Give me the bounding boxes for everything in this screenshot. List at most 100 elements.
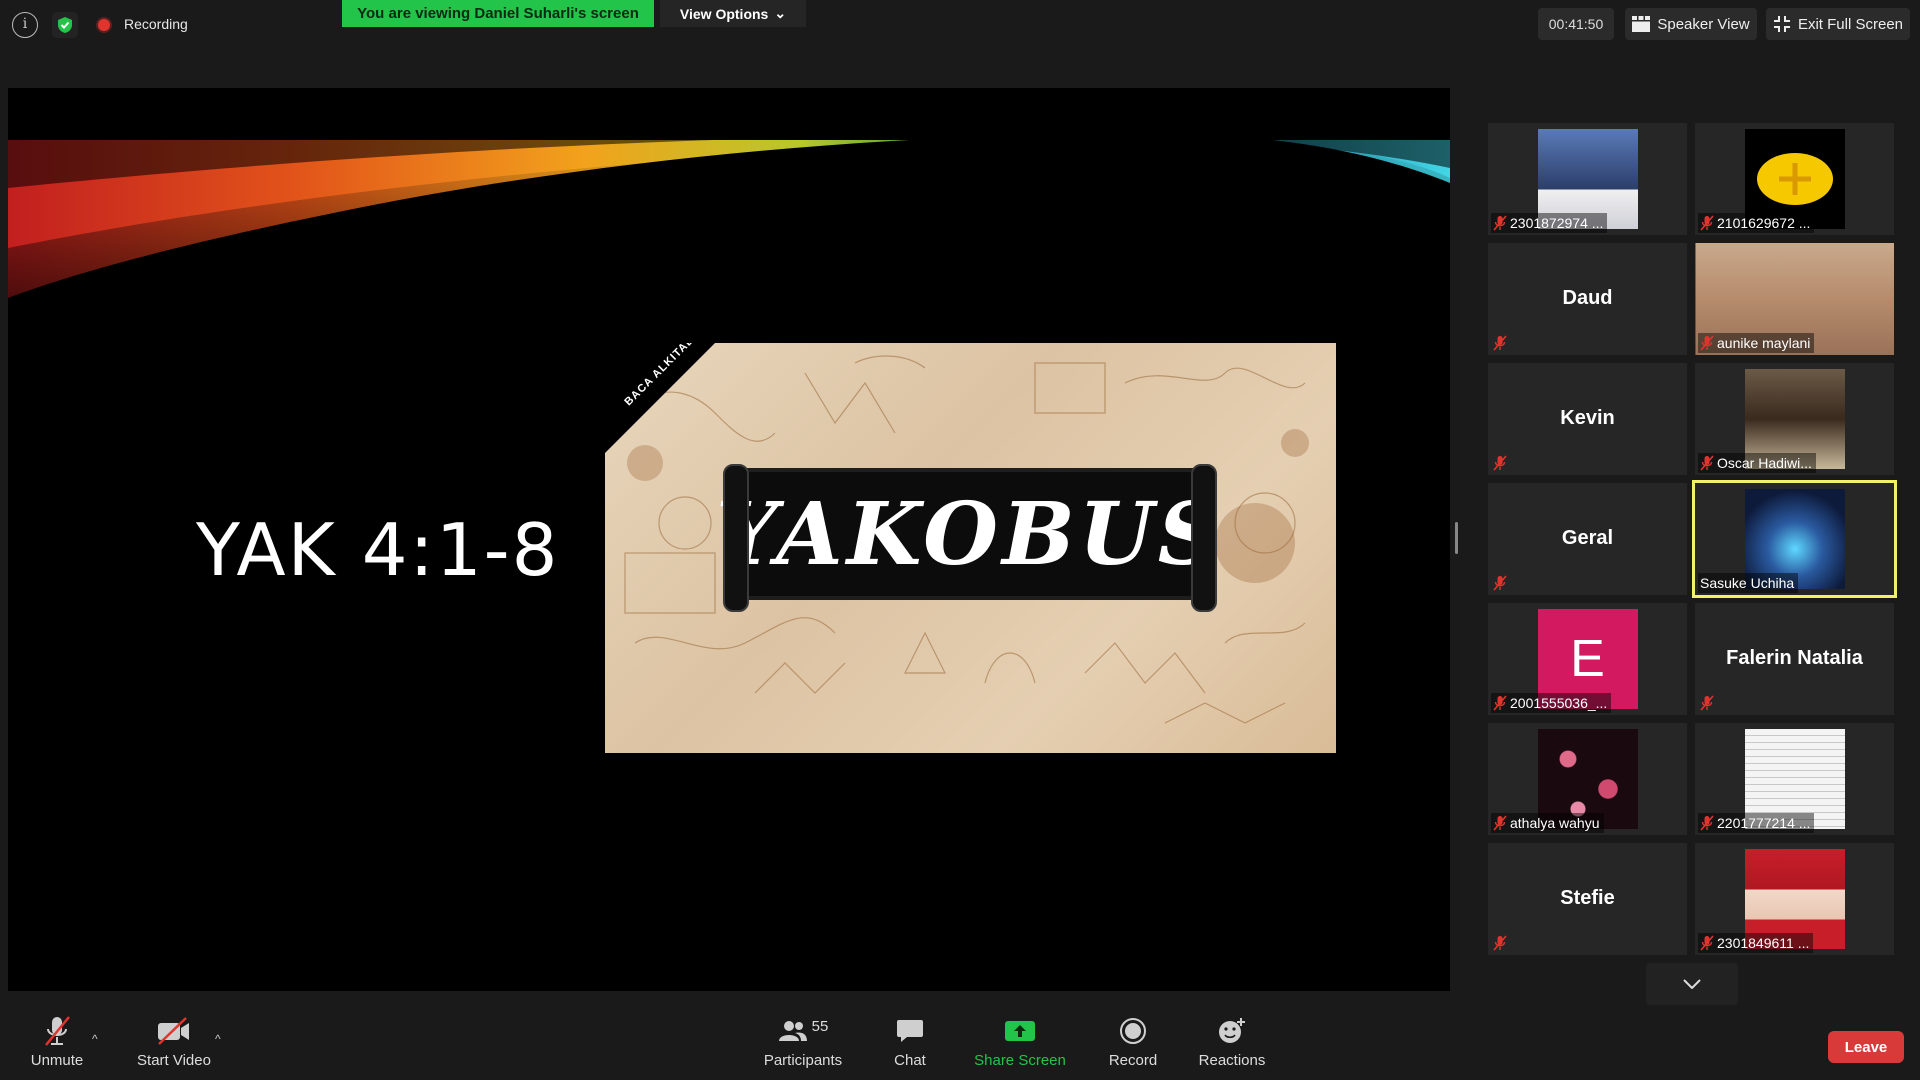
exit-fullscreen-button[interactable]: Exit Full Screen: [1766, 8, 1910, 40]
participant-gallery: 2301872974 ... 2101629672 ... Daud aunike m…: [1488, 123, 1900, 959]
participants-count: 55: [811, 1017, 829, 1035]
participant-tile[interactable]: Oscar Hadiwi...: [1695, 363, 1894, 475]
participant-tile[interactable]: 2101629672 ...: [1695, 123, 1894, 235]
participant-label: [1491, 933, 1514, 953]
view-options-button[interactable]: View Options ⌄: [660, 0, 806, 27]
participant-label-text: aunike maylani: [1717, 335, 1811, 351]
participants-icon: [778, 1021, 807, 1041]
slide-color-wave: [8, 128, 1450, 298]
corner-badge: [605, 343, 715, 453]
avatar-letter: E: [1570, 630, 1605, 688]
mic-off-icon: [45, 1016, 70, 1046]
mic-muted-icon: [1700, 695, 1714, 711]
viewing-screen-banner: You are viewing Daniel Suharli's screen: [342, 0, 654, 27]
participant-label-text: 2301872974 ...: [1510, 215, 1604, 231]
gallery-next-page-button[interactable]: [1646, 963, 1738, 1005]
record-button[interactable]: Record: [1105, 1014, 1161, 1078]
share-screen-icon: [1005, 1021, 1035, 1041]
participant-label: Oscar Hadiwi...: [1698, 453, 1816, 473]
participant-tile[interactable]: Falerin Natalia: [1695, 603, 1894, 715]
reactions-icon: [1219, 1018, 1245, 1043]
view-options-label: View Options: [679, 5, 769, 22]
participant-label: 2201777214 ...: [1698, 813, 1815, 833]
title-scroll: YAKOBUS: [716, 464, 1220, 612]
yakobus-image: BACA ALKITAB YAKOBUS: [605, 343, 1336, 753]
audio-options-caret[interactable]: ^: [92, 1032, 98, 1046]
participant-label: Sasuke Uchiha: [1698, 573, 1799, 593]
participant-tile[interactable]: Geral: [1488, 483, 1687, 595]
participant-tile[interactable]: 2301849611 ...: [1695, 843, 1894, 955]
shared-screen[interactable]: YAK 4:1-8 BACA ALKITAB YAKOBUS: [8, 88, 1450, 991]
reactions-button[interactable]: Reactions: [1196, 1014, 1268, 1078]
slide-title: YAK 4:1-8: [196, 508, 560, 592]
image-title: YAKOBUS: [716, 483, 1224, 585]
share-screen-label: Share Screen: [974, 1052, 1066, 1069]
participant-label-text: 2201777214 ...: [1717, 815, 1811, 831]
share-screen-button[interactable]: Share Screen: [970, 1014, 1070, 1078]
mic-muted-icon: [1493, 215, 1507, 231]
unmute-button[interactable]: Unmute: [24, 1014, 90, 1078]
speaker-view-icon: [1632, 16, 1651, 32]
participant-label-text: Oscar Hadiwi...: [1717, 455, 1812, 471]
participants-label: Participants: [763, 1052, 843, 1069]
participant-label: athalya wahyu: [1491, 813, 1604, 833]
participant-label: 2001555036_...: [1491, 693, 1612, 713]
participant-label: 2301849611 ...: [1698, 933, 1814, 953]
mic-muted-icon: [1700, 935, 1714, 951]
participant-name: Stefie: [1560, 887, 1615, 909]
participant-tile[interactable]: 2301872974 ...: [1488, 123, 1687, 235]
mic-muted-icon: [1493, 575, 1507, 591]
video-off-icon: [158, 1017, 189, 1045]
mic-muted-icon: [1493, 335, 1507, 351]
participant-name: Daud: [1562, 287, 1613, 309]
mic-muted-icon: [1700, 215, 1714, 231]
exit-fullscreen-icon: [1773, 16, 1790, 32]
video-options-caret[interactable]: ^: [215, 1032, 221, 1046]
participant-name: Geral: [1561, 527, 1614, 549]
participant-tile[interactable]: athalya wahyu: [1488, 723, 1687, 835]
mic-muted-icon: [1493, 455, 1507, 471]
speaker-view-label: Speaker View: [1657, 15, 1750, 33]
participant-tile[interactable]: Sasuke Uchiha: [1692, 480, 1897, 598]
participant-label: [1491, 453, 1514, 473]
mic-muted-icon: [1700, 815, 1714, 831]
start-video-button[interactable]: Start Video: [134, 1014, 214, 1078]
chevron-down-icon: [1683, 979, 1701, 989]
mic-muted-icon: [1493, 815, 1507, 831]
participant-label: aunike maylani: [1698, 333, 1815, 353]
top-bar: i Recording You are viewing Daniel Suhar…: [0, 0, 1920, 50]
participants-button[interactable]: 55 Participants: [760, 1014, 846, 1078]
chat-icon: [897, 1020, 923, 1042]
participant-tile[interactable]: Kevin: [1488, 363, 1687, 475]
mic-muted-icon: [1493, 935, 1507, 951]
mic-muted-icon: [1700, 455, 1714, 471]
participant-name: Kevin: [1560, 407, 1615, 429]
participant-label-text: Sasuke Uchiha: [1700, 575, 1795, 591]
security-shield-icon[interactable]: [52, 12, 78, 38]
bottom-toolbar: Unmute ^ Start Video ^ 55 Participants C…: [0, 1012, 1920, 1080]
leave-button[interactable]: Leave: [1828, 1031, 1904, 1063]
record-icon: [1120, 1018, 1146, 1044]
participant-tile[interactable]: E 2001555036_...: [1488, 603, 1687, 715]
split-resize-handle[interactable]: [1455, 522, 1458, 554]
participant-label: [1491, 333, 1514, 353]
participant-tile[interactable]: Daud: [1488, 243, 1687, 355]
participant-tile[interactable]: 2201777214 ...: [1695, 723, 1894, 835]
participant-tile[interactable]: aunike maylani: [1695, 243, 1894, 355]
chat-label: Chat: [894, 1052, 926, 1069]
mic-muted-icon: [1493, 695, 1507, 711]
participant-label: 2101629672 ...: [1698, 213, 1815, 233]
speaker-view-button[interactable]: Speaker View: [1625, 8, 1757, 40]
record-label: Record: [1108, 1052, 1158, 1069]
reactions-label: Reactions: [1198, 1052, 1266, 1069]
chevron-down-icon: ⌄: [774, 5, 787, 21]
participant-label-text: 2301849611 ...: [1717, 935, 1810, 951]
recording-icon: [98, 19, 110, 31]
participant-tile[interactable]: Stefie: [1488, 843, 1687, 955]
chat-button[interactable]: Chat: [886, 1014, 934, 1078]
participant-label: [1698, 693, 1721, 713]
participant-label-text: 2001555036_...: [1510, 695, 1608, 711]
unmute-label: Unmute: [30, 1052, 84, 1069]
participant-label-text: athalya wahyu: [1510, 815, 1600, 831]
info-icon[interactable]: i: [12, 12, 38, 38]
